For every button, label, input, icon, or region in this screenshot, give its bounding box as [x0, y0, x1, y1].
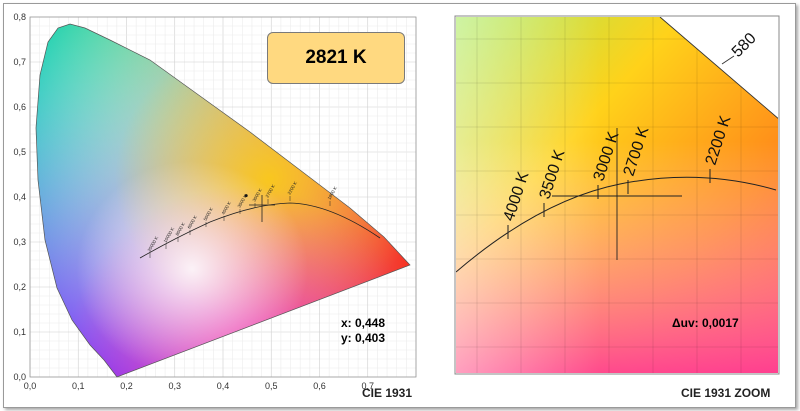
- x-tick-label: 0,3: [168, 381, 181, 391]
- y-tick-label: 0,7: [13, 57, 26, 67]
- y-tick-label: 0,3: [13, 237, 26, 247]
- chart-caption: CIE 1931: [362, 386, 412, 400]
- zoom-caption: CIE 1931 ZOOM: [681, 386, 770, 400]
- x-tick-label: 0,4: [217, 381, 230, 391]
- cie-1931-zoom-chart: 580 4000 K 3500 K 3000 K2700 K 2200 K Δuv: …: [454, 15, 780, 400]
- y-tick-label: 0,1: [13, 327, 26, 337]
- y-tick-label: 0,2: [13, 282, 26, 292]
- x-tick-label: 0,5: [265, 381, 278, 391]
- cct-readout-box: 2821 K: [267, 32, 405, 84]
- y-coordinate: y: 0,403: [341, 331, 385, 345]
- duv-readout: Δuv: 0,0017: [672, 316, 739, 330]
- y-tick-label: 0,8: [13, 12, 26, 22]
- x-tick-label: 0,6: [313, 381, 326, 391]
- y-tick-label: 0,0: [13, 372, 26, 382]
- y-tick-label: 0,6: [13, 102, 26, 112]
- x-tick-label: 0,0: [24, 381, 37, 391]
- y-tick-label: 0,4: [13, 192, 26, 202]
- y-tick-label: 0,5: [13, 147, 26, 157]
- x-coordinate: x: 0,448: [341, 316, 385, 330]
- x-tick-label: 0,2: [120, 381, 133, 391]
- x-tick-label: 0,1: [72, 381, 85, 391]
